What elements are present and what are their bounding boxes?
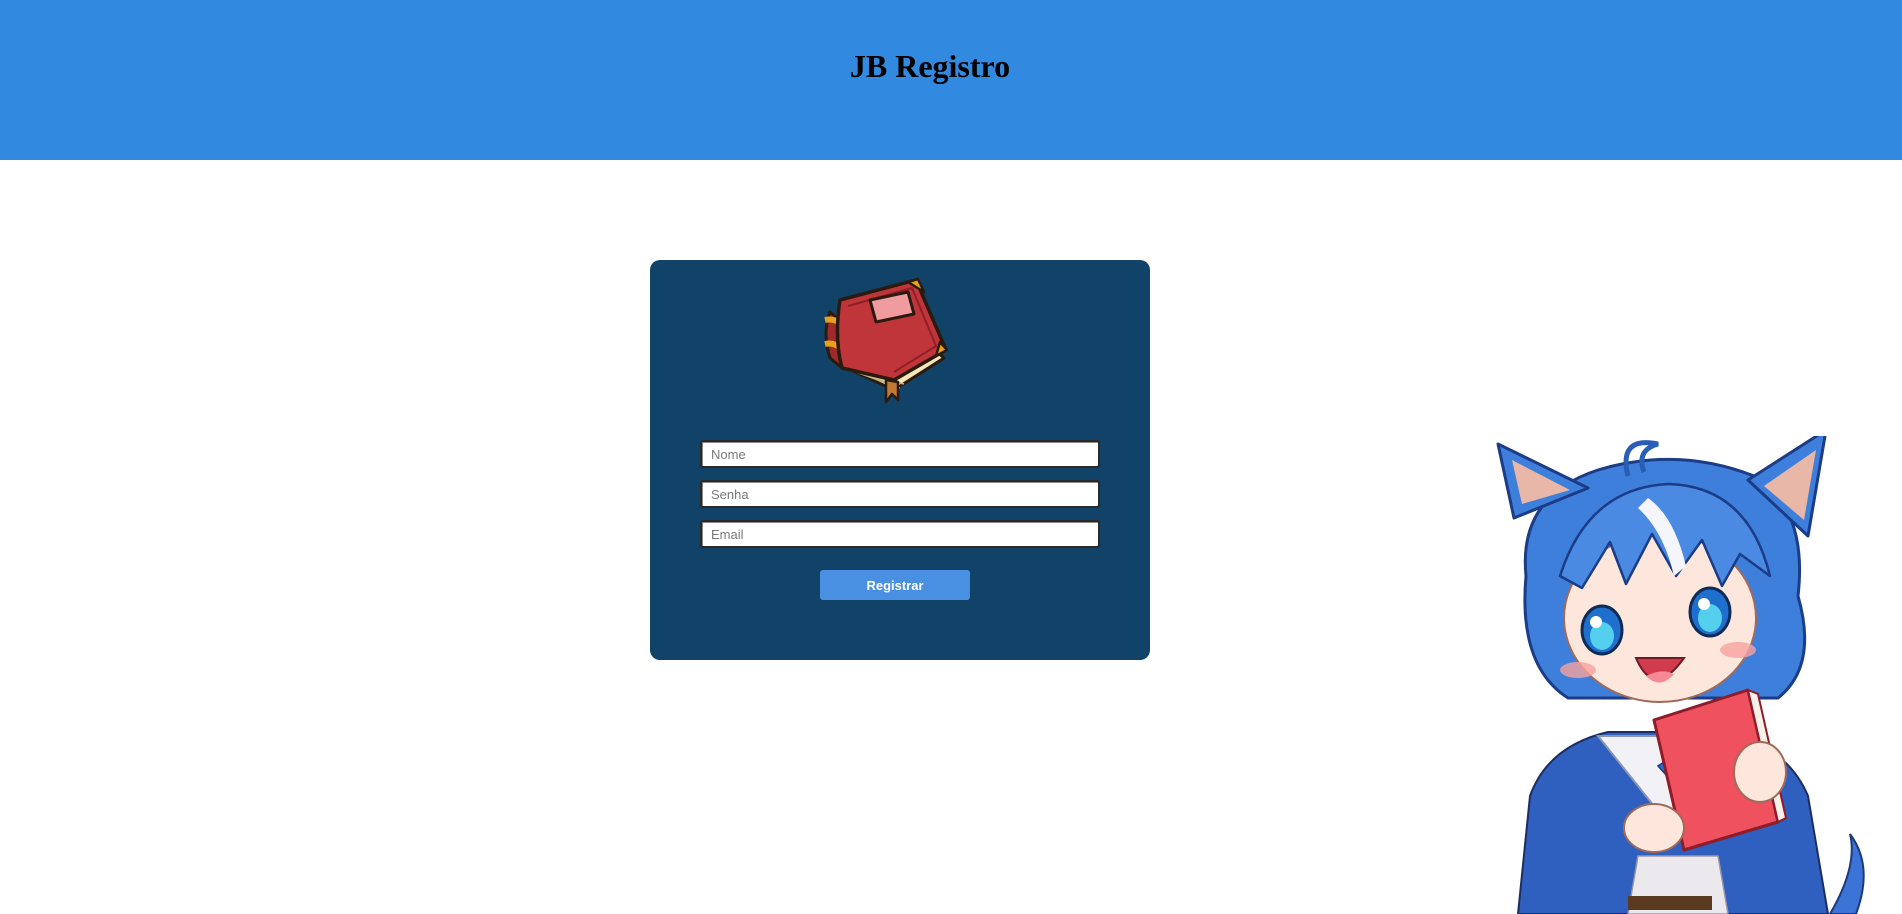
register-form-card: Registrar [650, 260, 1150, 660]
name-input[interactable] [700, 440, 1100, 468]
red-book-icon [824, 277, 949, 404]
mascot-illustration [1496, 436, 1865, 914]
register-button[interactable]: Registrar [820, 570, 970, 600]
header-bar: JB Registro [0, 0, 1902, 160]
email-input[interactable] [700, 520, 1100, 548]
password-input[interactable] [700, 480, 1100, 508]
page-title: JB Registro [849, 48, 1011, 84]
